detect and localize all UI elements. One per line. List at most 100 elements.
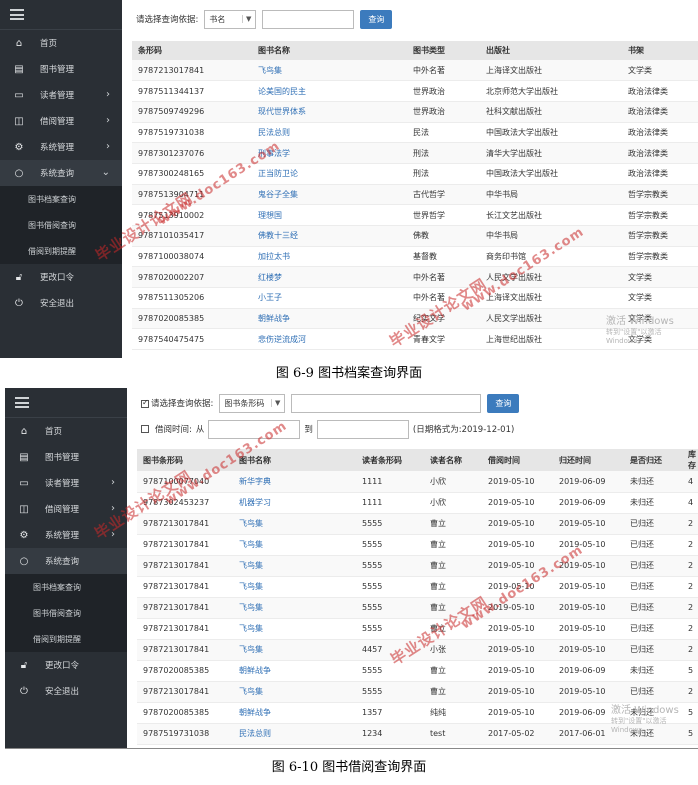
query-input[interactable] (291, 393, 482, 413)
sidebar-item-book-manage[interactable]: ▤ 图书管理 (0, 56, 122, 82)
sidebar-item-system-query[interactable]: ○ 系统查询 ⌄ (0, 160, 122, 186)
table-cell: 长江文艺出版社 (480, 204, 622, 226)
table-cell: 社科文献出版社 (480, 101, 622, 123)
sidebar-item-label: 借阅管理 (40, 117, 75, 127)
table-cell: 9787100038074 (132, 246, 252, 268)
sidebar-item-label: 安全退出 (45, 687, 80, 697)
column-header: 归还时间 (553, 449, 624, 471)
table-row: 9787020002207 红楼梦 中外名著 人民文学出版社 文学类 (132, 266, 698, 289)
sidebar-subitem-borrow-query[interactable]: 图书借阅查询 (0, 212, 122, 238)
book-title-link[interactable]: 朝鲜战争 (233, 702, 356, 724)
menu-icon[interactable] (15, 397, 29, 408)
sidebar-header (5, 388, 127, 418)
sidebar-item-reader-manage[interactable]: ▭ 读者管理 › (5, 470, 127, 496)
book-title-link[interactable]: 加拉太书 (252, 246, 407, 268)
book-title-link[interactable]: 朝鲜战争 (252, 308, 407, 330)
book-title-link[interactable]: 民法总则 (233, 723, 356, 745)
sidebar-item-change-password[interactable]: 🔓︎ 更改口令 (0, 264, 122, 290)
column-header: 是否归还 (624, 449, 682, 471)
book-title-link[interactable]: 朝鲜战争 (233, 660, 356, 682)
sidebar-subitem-archive-query[interactable]: 图书档案查询 (0, 186, 122, 212)
sidebar-item-book-manage[interactable]: ▤ 图书管理 (5, 444, 127, 470)
book-title-link[interactable]: 红楼梦 (252, 266, 407, 289)
book-title-link[interactable]: 飞鸟集 (233, 513, 356, 535)
table-cell: 曹立 (424, 534, 482, 556)
table-cell: 政治法律类 (622, 142, 698, 164)
book-title-link[interactable]: 飞鸟集 (233, 681, 356, 703)
sidebar-subitem-due-reminder[interactable]: 借阅到期提醒 (5, 626, 127, 652)
query-label: 请选择查询依据: (151, 399, 214, 409)
date-hint: (日期格式为:2019-12-01) (412, 425, 515, 435)
table-cell: 小欣 (424, 471, 482, 493)
book-title-link[interactable]: 理想国 (252, 204, 407, 226)
table-cell: 中外名著 (407, 60, 480, 82)
table-cell: 人民文学出版社 (480, 308, 622, 330)
sidebar-item-label: 系统管理 (45, 531, 80, 541)
book-title-link[interactable]: 飞鸟集 (233, 639, 356, 661)
query-input[interactable] (262, 9, 355, 29)
book-title-link[interactable]: 飞鸟集 (233, 597, 356, 619)
book-title-link[interactable]: 新华字典 (233, 471, 356, 493)
sidebar-item-label: 系统管理 (40, 143, 75, 153)
table-cell: 9787213017841 (137, 639, 233, 661)
table-cell: 4 (682, 492, 698, 514)
book-title-link[interactable]: 正当防卫论 (252, 163, 407, 185)
book-title-link[interactable]: 佛教十三经 (252, 225, 407, 247)
table-row: 9787213017841 飞鸟集 5555 曹立 2019-05-10 2019-05-… (137, 597, 698, 619)
book-title-link[interactable]: 小王子 (252, 287, 407, 309)
book-title-link[interactable]: 现代世界体系 (252, 101, 407, 123)
table-row: 9787513910002 理想国 世界哲学 长江文艺出版社 哲学宗教类 (132, 204, 698, 226)
query-checkbox[interactable] (141, 398, 149, 408)
table-cell: 刑法 (407, 142, 480, 164)
chevron-right-icon: › (111, 477, 115, 488)
sidebar-item-logout[interactable]: ⏻ 安全退出 (0, 290, 122, 316)
sidebar-item-home[interactable]: ⌂ 首页 (5, 418, 127, 444)
sidebar-item-change-password[interactable]: 🔓︎ 更改口令 (5, 652, 127, 678)
book-title-link[interactable]: 飞鸟集 (233, 555, 356, 577)
chevron-right-icon: › (106, 115, 110, 126)
table-cell: 曹立 (424, 681, 482, 703)
table-cell: 9787511344137 (132, 80, 252, 102)
book-title-link[interactable]: 机器学习 (233, 492, 356, 514)
table-row: 9787101035417 佛教十三经 佛教 中华书局 哲学宗教类 (132, 225, 698, 247)
book-title-link[interactable]: 飞鸟集 (252, 60, 407, 82)
sidebar-subitem-borrow-query[interactable]: 图书借阅查询 (5, 600, 127, 626)
book-title-link[interactable]: 飞鸟集 (233, 534, 356, 556)
sidebar-subitem-archive-query[interactable]: 图书档案查询 (5, 574, 127, 600)
table-cell: 未归还 (624, 492, 682, 514)
sidebar-item-logout[interactable]: ⏻ 安全退出 (5, 678, 127, 704)
book-title-link[interactable]: 飞鸟集 (233, 618, 356, 640)
search-button[interactable]: 查询 (487, 393, 520, 413)
query-field-select[interactable]: 图书条形码 ▼ (219, 393, 286, 413)
sidebar-item-borrow-manage[interactable]: ◫ 借阅管理 › (0, 108, 122, 134)
sidebar-item-home[interactable]: ⌂ 首页 (0, 30, 122, 56)
date-checkbox[interactable] (141, 425, 149, 433)
book-title-link[interactable]: 论美国的民主 (252, 80, 407, 102)
table-cell: 未归还 (624, 471, 682, 493)
table-cell: 5555 (356, 576, 424, 598)
sidebar: ⌂ 首页 ▤ 图书管理 ▭ 读者管理 › ◫ 借阅管理 › ⚙ 系统管理 › ○… (5, 388, 127, 748)
search-button[interactable]: 查询 (360, 9, 393, 29)
sidebar-item-label: 系统查询 (40, 169, 75, 179)
menu-icon[interactable] (10, 9, 24, 20)
table-cell: test (424, 723, 482, 745)
table-cell: 上海译文出版社 (480, 60, 622, 82)
date-to-input[interactable] (316, 419, 409, 439)
table-cell: 5555 (356, 681, 424, 703)
query-field-select[interactable]: 书名 ▼ (204, 9, 257, 29)
table-cell: 佛教 (407, 225, 480, 247)
figure-caption-2: 图 6-10 图书借阅查询界面 (271, 760, 427, 775)
table-cell: 2019-06-09 (553, 660, 624, 682)
sidebar-item-system-query[interactable]: ○ 系统查询 (5, 548, 127, 574)
search-icon: ○ (14, 167, 24, 179)
table-row: 9787511344137 论美国的民主 世界政治 北京师范大学出版社 政治法律类 (132, 80, 698, 102)
book-title-link[interactable]: 鬼谷子全集 (252, 184, 407, 206)
book-title-link[interactable]: 飞鸟集 (233, 576, 356, 598)
sidebar-item-reader-manage[interactable]: ▭ 读者管理 › (0, 82, 122, 108)
sidebar-item-system-manage[interactable]: ⚙ 系统管理 › (0, 134, 122, 160)
reader-card-icon: ▭ (14, 89, 24, 101)
book-title-link[interactable]: 悲伤逆流成河 (252, 328, 407, 351)
table-cell: 已归还 (624, 534, 682, 556)
book-archive-table: 条形码 图书名称 图书类型 出版社 书架 9787213017841 飞鸟集 中外名著 上海译… (132, 41, 698, 351)
main-content: 请选择查询依据: 书名 ▼ 查询 条形码 图书名称 图书类型 出版社 书架 978721… (122, 0, 698, 358)
